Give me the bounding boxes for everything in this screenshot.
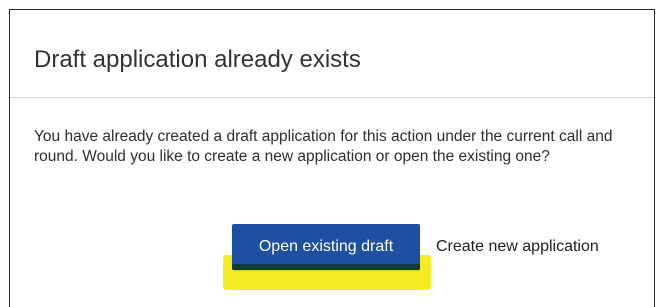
dialog-title: Draft application already exists [34, 46, 361, 73]
create-new-application-button[interactable]: Create new application [436, 224, 599, 270]
open-existing-draft-label: Open existing draft [258, 238, 394, 255]
dialog-message: You have already created a draft applica… [34, 128, 613, 165]
dialog-divider [10, 97, 654, 98]
page: Draft application already exists You hav… [0, 0, 659, 307]
button-underbar [232, 264, 420, 270]
open-existing-draft-button[interactable]: Open existing draft [232, 224, 420, 270]
